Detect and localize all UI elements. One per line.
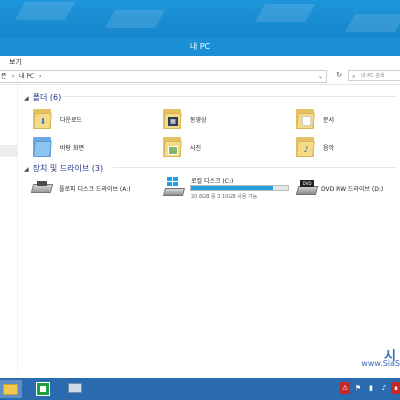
device-label: 플로피 디스크 드라이브 (A:) bbox=[59, 186, 131, 193]
folder-item-desktop[interactable]: 바탕 화면 bbox=[33, 135, 153, 161]
network-computer-icon bbox=[68, 383, 82, 393]
device-item-dvd[interactable]: DVD DVD RW 드라이브 (D:) bbox=[295, 178, 399, 200]
folder-label: 동영상 bbox=[190, 117, 207, 124]
folder-item-documents[interactable]: 문서 bbox=[296, 107, 396, 133]
folder-item-music[interactable]: ♪ 음악 bbox=[296, 135, 396, 161]
section-divider bbox=[63, 96, 397, 97]
section-divider bbox=[113, 167, 397, 168]
address-dropdown-icon[interactable]: ⌄ bbox=[318, 71, 323, 82]
devices-section-title: 장치 및 드라이브 (3) bbox=[32, 164, 104, 173]
network-icon[interactable]: ▮ bbox=[366, 382, 376, 394]
breadcrumb-root[interactable]: 픈 bbox=[1, 71, 7, 82]
folders-section-title: 폴더 (6) bbox=[32, 93, 62, 102]
disk-usage-fill bbox=[191, 186, 274, 190]
folder-label: 문서 bbox=[323, 117, 335, 124]
folder-label: 바탕 화면 bbox=[60, 145, 84, 152]
videos-folder-icon: ▦ bbox=[163, 107, 182, 129]
music-folder-icon: ♪ bbox=[296, 135, 315, 157]
device-item-floppy[interactable]: 플로피 디스크 드라이브 (A:) bbox=[30, 178, 157, 200]
refresh-icon[interactable]: ↻ bbox=[334, 70, 344, 81]
folders-section-header[interactable]: ◢ 폴더 (6) bbox=[24, 92, 61, 103]
folder-item-videos[interactable]: ▦ 동영상 bbox=[163, 107, 283, 133]
taskbar-network-app[interactable] bbox=[64, 380, 86, 398]
store-icon bbox=[36, 382, 50, 396]
device-label: DVD RW 드라이브 (D:) bbox=[321, 186, 384, 193]
tab-view[interactable]: 보기 bbox=[9, 56, 22, 68]
app-tray-icon[interactable]: ∎ bbox=[391, 382, 400, 394]
notification-flag-icon[interactable]: ⚑ bbox=[353, 382, 363, 394]
taskbar: ⚠ ⚑ ▮ ♪ ∎ bbox=[0, 378, 400, 400]
collapse-chevron-icon[interactable]: ◢ bbox=[24, 95, 29, 102]
window-titlebar[interactable] bbox=[0, 0, 400, 37]
downloads-folder-icon: ⬇ bbox=[33, 107, 52, 129]
devices-section-header[interactable]: ◢ 장치 및 드라이브 (3) bbox=[24, 163, 103, 174]
volume-icon[interactable]: ♪ bbox=[379, 382, 389, 394]
folder-item-downloads[interactable]: ⬇ 다운로드 bbox=[33, 107, 153, 133]
system-tray: ⚠ ⚑ ▮ ♪ ∎ bbox=[340, 382, 400, 396]
folder-label: 다운로드 bbox=[60, 117, 83, 124]
content-pane: ◢ 폴더 (6) ⬇ 다운로드 ▦ 동영상 문서 바탕 화면 사진 ♪ 음악 ◢… bbox=[18, 85, 400, 373]
folder-label: 사진 bbox=[190, 145, 202, 152]
search-placeholder: 내 PC 검색 bbox=[361, 73, 385, 79]
search-icon: ⌕ bbox=[352, 73, 356, 80]
taskbar-file-explorer[interactable] bbox=[0, 380, 22, 398]
pictures-folder-icon bbox=[163, 135, 182, 157]
disk-free-space-text: 20.6GB 중 3.10GB 사용 가능 bbox=[191, 194, 258, 200]
folder-label: 음악 bbox=[323, 145, 335, 152]
address-bar[interactable]: 픈 › 내 PC › ⌄ bbox=[0, 70, 327, 83]
titlebar-decoration bbox=[0, 0, 400, 37]
search-input[interactable]: ⌕ 내 PC 검색 bbox=[348, 70, 400, 81]
floppy-drive-icon bbox=[30, 181, 54, 194]
breadcrumb-separator[interactable]: › bbox=[12, 71, 14, 82]
breadcrumb-separator[interactable]: › bbox=[39, 71, 41, 82]
watermark-url: www.SiaS bbox=[361, 359, 400, 368]
navigation-pane[interactable] bbox=[0, 85, 18, 373]
disk-usage-bar bbox=[190, 185, 289, 191]
breadcrumb-this-pc[interactable]: 내 PC bbox=[19, 71, 34, 82]
window-title: 내 PC bbox=[189, 42, 211, 51]
documents-folder-icon bbox=[296, 107, 315, 129]
device-label: 로컬 디스크 (C:) bbox=[191, 178, 234, 185]
folder-item-pictures[interactable]: 사진 bbox=[163, 135, 283, 161]
nav-selected-item[interactable] bbox=[0, 145, 17, 157]
local-disk-icon bbox=[162, 177, 186, 197]
antivirus-icon[interactable]: ⚠ bbox=[340, 382, 350, 394]
file-explorer-icon bbox=[3, 384, 18, 395]
collapse-chevron-icon[interactable]: ◢ bbox=[24, 166, 29, 173]
taskbar-store[interactable] bbox=[32, 380, 54, 398]
desktop-folder-icon bbox=[33, 135, 52, 157]
dvd-drive-icon: DVD bbox=[295, 180, 319, 196]
address-bar-row: 픈 › 내 PC › ⌄ ↻ ⌕ 내 PC 검색 bbox=[0, 68, 400, 85]
